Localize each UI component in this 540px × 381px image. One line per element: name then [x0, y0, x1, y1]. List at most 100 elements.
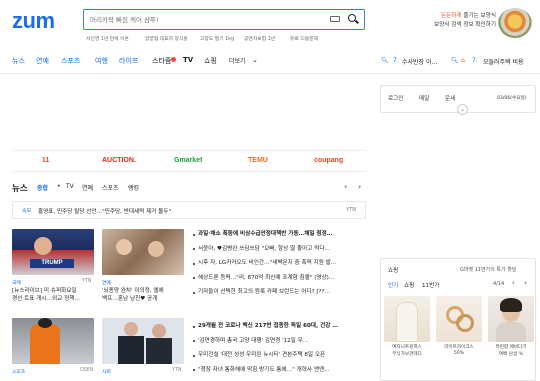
nav-life[interactable]: 라이프	[119, 56, 138, 66]
news-thumbnail[interactable]: TRUMP	[12, 229, 94, 275]
zum-logo[interactable]: zum	[12, 8, 55, 34]
tab-tv[interactable]: TV	[66, 183, 74, 190]
news-category: 스포츠	[12, 370, 26, 375]
headline-item[interactable]: 우미건설 '대전 성성 우미린 뉴시티' 견본주택 8일 오픈	[198, 348, 338, 363]
nav-starzum[interactable]: 스타줌	[152, 56, 171, 66]
shop-page-indicator: 4/14	[493, 281, 505, 287]
headline-item[interactable]: 서윤아, ♥김병완 쓰담쓰담 "오빠, 항상 딸 좋아고 먹다…	[198, 242, 336, 257]
headline-list: 29개월 전 코로나 백신 217번 접종한 독일 60대, 건강 … '김연경…	[198, 319, 338, 377]
prev-arrow-icon[interactable]: ‹	[512, 279, 515, 287]
product-image[interactable]	[384, 296, 430, 342]
nav-travel[interactable]: 여행	[95, 56, 108, 66]
news-headline[interactable]: [뉴스라이브] 미 슈퍼화요일 경선 트표 개시…외교 정책…	[12, 287, 80, 303]
search-icon: 🔍︎	[381, 57, 389, 64]
news-category: 연예	[102, 281, 111, 286]
trend-rank: 7.	[393, 57, 399, 64]
partner-gmarket[interactable]: Gmarket	[174, 157, 202, 164]
partner-11st[interactable]: 11	[42, 157, 49, 164]
product-image[interactable]	[488, 296, 534, 342]
trend-keyword[interactable]: 모들러주택 비용	[483, 57, 524, 66]
news-category: 사회	[102, 370, 111, 375]
partner-auction[interactable]: AUCTION.	[102, 157, 136, 164]
shop-promo[interactable]: G마켓 11번가의 특가 핫딜	[460, 266, 516, 273]
trending-keyword[interactable]: 서인영 1년 만에 이혼	[86, 35, 129, 42]
search-box[interactable]	[83, 9, 365, 30]
bullet-icon	[193, 355, 195, 357]
nav-divider	[0, 73, 540, 74]
tab-ranking[interactable]: 랭킹	[128, 183, 139, 192]
headline-item[interactable]: 해상드론 등력…"러, 870억 최신예 조계함 침몰" (영상)…	[198, 271, 336, 286]
nav-news[interactable]: 뉴스	[12, 56, 25, 66]
shop-tab-popular[interactable]: 인기	[388, 281, 398, 289]
news-title[interactable]: 뉴스	[12, 182, 28, 194]
promo-highlight: 든든하게	[440, 13, 462, 19]
ticker-source: YTN	[346, 207, 356, 213]
headline-line: 백프…훈남 남친♥ 공개	[102, 296, 158, 302]
breaking-news-ticker[interactable]: 속보 홍영표, 민주당 탈당 선언…"민주당, 반대세력 제거 몰두" YTN	[12, 201, 366, 219]
shopping-widget: 쇼핑 G마켓 11번가의 특가 핫딜 인기 쇼핑 11번가 4/14 ‹ › 여…	[380, 258, 536, 381]
trending-keyword[interactable]: 유로 디봉운해	[290, 35, 318, 42]
news-thumbnail[interactable]	[102, 229, 184, 275]
shop-tab-11st[interactable]: 11번가	[422, 281, 439, 289]
trend-rank: 7.	[472, 57, 478, 64]
bullet-icon	[193, 263, 195, 265]
product-image[interactable]	[436, 296, 482, 342]
bullet-icon	[193, 292, 195, 294]
trend-keyword[interactable]: 수사반장 이…	[402, 57, 438, 66]
shop-tab-shopping[interactable]: 쇼핑	[404, 281, 414, 289]
prev-arrow-icon[interactable]: ‹	[344, 182, 347, 191]
tab-all[interactable]: 종합	[37, 183, 48, 192]
headline-line: 경선 트표 개시…외교 정책…	[12, 296, 80, 302]
partner-coupang[interactable]: coupang	[314, 157, 343, 164]
shop-title[interactable]: 쇼핑	[388, 266, 398, 274]
headline-item[interactable]: 과일·채소 폭등에 비상수급안정대책반 가동…채일 청정…	[198, 227, 336, 242]
fortune-link[interactable]: 운세	[445, 94, 455, 102]
chevron-down-icon[interactable]: ⌄	[457, 104, 468, 115]
news-source: YTN	[172, 368, 182, 373]
news-thumbnail[interactable]	[102, 318, 184, 364]
headline-item[interactable]: 29개월 전 코로나 백신 217번 접종한 독일 60대, 건강 …	[198, 319, 338, 334]
new-badge-icon	[171, 57, 176, 62]
nav-tv[interactable]: TV	[183, 56, 193, 64]
lock-icon: ⌂	[461, 57, 465, 64]
tab-entertainment[interactable]: 연예	[82, 183, 93, 192]
headline-item[interactable]: 기자들이 선택한 최고의 원룩 카페 브런드는 어디? [??…	[198, 285, 336, 300]
next-arrow-icon[interactable]: ›	[524, 279, 527, 287]
promo-banner[interactable]: 든든하게 즐기는 보양식 보양식 검색 정보 확인하기	[424, 12, 496, 30]
news-thumbnail[interactable]	[12, 318, 94, 364]
login-link[interactable]: 로그인	[388, 94, 403, 102]
next-arrow-icon[interactable]: ›	[358, 182, 361, 191]
mail-link[interactable]: 메일	[419, 94, 429, 102]
bullet-icon	[193, 234, 195, 236]
news-source: OSEN	[80, 368, 94, 373]
bullet-icon	[193, 277, 195, 279]
trending-keyword[interactable]: 고양도 딸기 1kg	[200, 35, 234, 42]
product-price: 50%	[453, 351, 465, 356]
nav-sports[interactable]: 스포츠	[61, 56, 80, 66]
nav-entertainment[interactable]: 연예	[36, 56, 49, 66]
food-bowl-image[interactable]	[498, 8, 532, 38]
trending-keyword[interactable]: 양궁협 대표차 장식칼	[145, 35, 188, 42]
shopping-partners: 11 AUCTION. Gmarket TEMU coupang	[12, 150, 366, 172]
headline-list: 과일·채소 폭등에 비상수급안정대책반 가동…채일 청정… 서윤아, ♥김병완 …	[198, 227, 336, 300]
chevron-down-icon[interactable]: ⌄	[252, 56, 258, 64]
bullet-icon	[193, 248, 195, 250]
trending-keyword[interactable]: 공연자보험 1년	[244, 35, 275, 42]
partner-temu[interactable]: TEMU	[248, 157, 268, 164]
ticker-headline[interactable]: 홍영표, 민주당 탈당 선언…"민주당, 반대세력 제거 몰두"	[38, 207, 171, 215]
keyboard-icon[interactable]	[330, 16, 340, 22]
search-input[interactable]	[90, 13, 322, 26]
nav-more[interactable]: 더보기	[229, 56, 246, 65]
nav-shopping[interactable]: 쇼핑	[204, 56, 217, 66]
date-label: 03/06(수요일)	[497, 96, 527, 101]
search-icon[interactable]	[348, 14, 356, 22]
headline-line: '뇌종양 완치' 이의정, 엘에	[102, 288, 164, 294]
headline-item[interactable]: '김연경하며 총국 고양 대행' 김연경 '12일 우…	[198, 334, 338, 349]
headline-item[interactable]: "청장 자녀 통화해에 막힘 방기도 통에…" 개혁사 앤엔…	[198, 363, 338, 378]
news-source: YTN	[82, 279, 92, 284]
headline-line: [뉴스라이브] 미 슈퍼화요일	[12, 288, 77, 294]
headline-item[interactable]: 시후 자, LG카카오도 비인간…"새벽몬지 중 폭력 지원 발…	[198, 256, 336, 271]
news-headline[interactable]: '뇌종양 완치' 이의정, 엘에 백프…훈남 남친♥ 공개	[102, 287, 164, 303]
tab-sports[interactable]: 스포츠	[102, 183, 119, 192]
promo-line2: 보양식 검색 정보 확인하기	[434, 22, 496, 28]
